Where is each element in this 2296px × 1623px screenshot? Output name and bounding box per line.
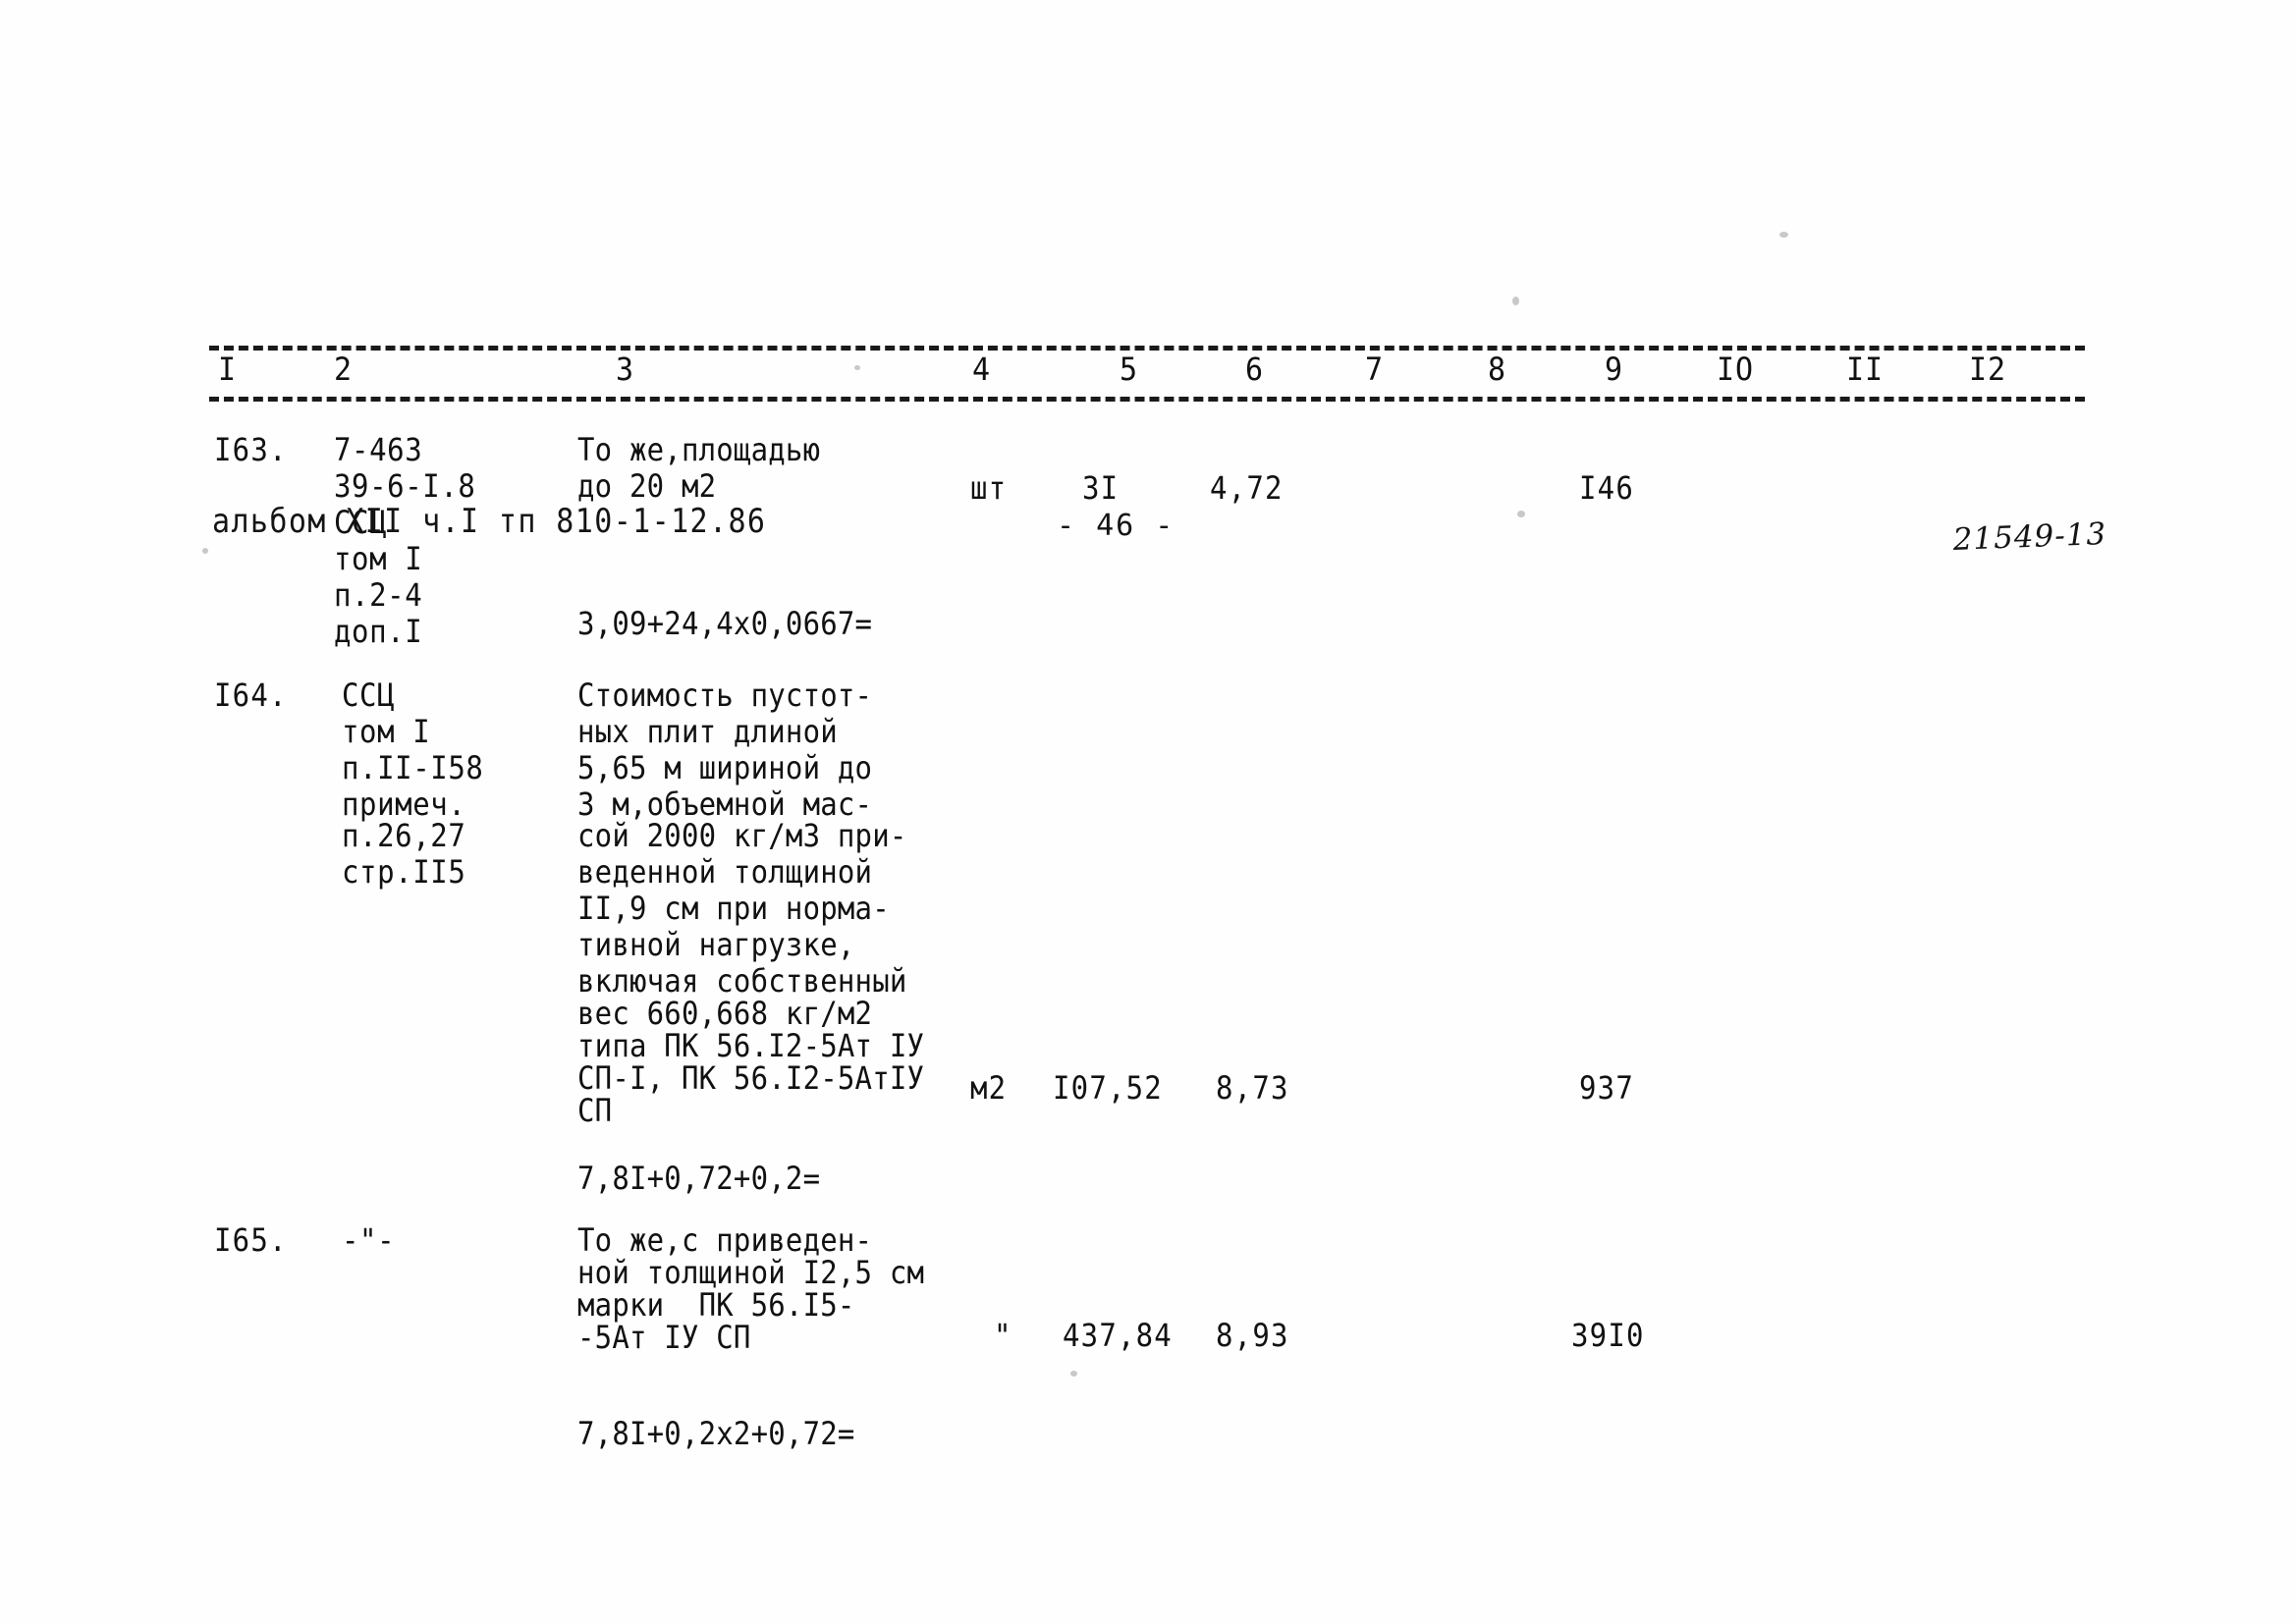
row-164-description-line-1: Стоимость пустот- (577, 676, 873, 714)
row-164-description-line-5: сой 2000 кг/м3 при- (577, 817, 907, 854)
album-reference-label: альбом XII ч.I тп 810-1-12.86 (212, 503, 767, 542)
row-164-unit-price: 8,73 (1216, 1069, 1289, 1107)
row-164-description-line-12: СП-I, ПК 56.I2-5АтIУ (577, 1059, 925, 1097)
row-163-code-line-5: п.2-4 (334, 576, 423, 614)
row-163-total: I46 (1579, 469, 1634, 507)
row-164-description-line-3: 5,65 м шириной до (577, 749, 873, 786)
row-163-description-line-1: То же,площадью (577, 431, 821, 468)
row-163-code-line-3: ССЦ (334, 504, 388, 541)
row-164-code-line-5: п.26,27 (342, 817, 466, 854)
column-header-3: 3 (616, 352, 635, 389)
row-165-position-number: I65. (214, 1221, 288, 1259)
row-164-description-line-2: ных плит длиной (577, 713, 838, 750)
column-header-5: 5 (1120, 352, 1139, 389)
column-header-10: IO (1717, 352, 1755, 389)
row-165-ditto-mark: -"- (342, 1221, 396, 1259)
row-163-unit: шт (970, 469, 1008, 507)
row-163-code-line-1: 7-463 (334, 431, 423, 468)
column-header-4: 4 (972, 352, 992, 389)
table-column-headers: I 2 3 4 5 6 7 8 9 IO II I2 (0, 352, 2296, 395)
row-165-calculation-formula: 7,8I+0,2x2+0,72= (577, 1415, 855, 1452)
scan-speck (854, 365, 860, 370)
row-163-unit-price: 4,72 (1210, 469, 1284, 507)
row-164-position-number: I64. (214, 676, 288, 714)
row-164-calculation-formula: 7,8I+0,72+0,2= (577, 1160, 821, 1197)
scan-speck (1517, 511, 1525, 517)
table-header-divider (209, 397, 2085, 402)
table-top-divider (209, 346, 2085, 351)
row-163-position-number: I63. (214, 431, 288, 468)
row-163-code-line-6: доп.I (334, 613, 423, 650)
row-165-quantity: 437,84 (1063, 1317, 1173, 1354)
scan-speck (202, 548, 208, 554)
row-164-description-line-13: СП (577, 1092, 613, 1129)
row-165-unit-price: 8,93 (1216, 1317, 1289, 1354)
row-163-quantity: 3I (1082, 469, 1120, 507)
column-header-12: I2 (1969, 352, 2007, 389)
column-header-7: 7 (1365, 352, 1385, 389)
archive-stamp-code: 21549-13 (1952, 515, 2107, 558)
row-163-code-line-4: том I (334, 540, 423, 577)
row-164-description-line-6: веденной толщиной (577, 853, 873, 891)
column-header-9: 9 (1605, 352, 1624, 389)
row-164-unit: м2 (970, 1069, 1008, 1107)
document-header: альбом XII ч.I тп 810-1-12.86 - 46 - 215… (0, 245, 2296, 558)
row-164-code-line-2: том I (342, 713, 431, 750)
scan-speck (1070, 1371, 1077, 1377)
scan-speck (1779, 232, 1788, 238)
column-header-1: I (218, 352, 238, 389)
row-164-description-line-7: II,9 см при норма- (577, 890, 890, 927)
row-164-description-line-8: тивной нагрузке, (577, 926, 855, 963)
row-163-description-line-2: до 20 м2 (577, 467, 717, 505)
row-163-code-line-2: 39-6-I.8 (334, 467, 476, 505)
page-number-label: - 46 - (1057, 509, 1175, 543)
column-header-2: 2 (334, 352, 354, 389)
row-165-total: 39I0 (1571, 1317, 1645, 1354)
row-164-code-line-3: п.II-I58 (342, 749, 484, 786)
column-header-6: 6 (1245, 352, 1265, 389)
column-header-8: 8 (1488, 352, 1507, 389)
row-164-quantity: I07,52 (1053, 1069, 1163, 1107)
scan-speck (1512, 297, 1519, 305)
row-164-code-line-6: стр.II5 (342, 853, 466, 891)
row-164-code-line-1: ССЦ (342, 676, 396, 714)
row-164-total: 937 (1579, 1069, 1634, 1107)
document-page: альбом XII ч.I тп 810-1-12.86 - 46 - 215… (0, 0, 2296, 1623)
row-163-calculation-formula: 3,09+24,4х0,0667= (577, 605, 873, 642)
row-165-description-line-4: -5Ат IУ СП (577, 1319, 751, 1356)
row-165-unit: " (994, 1317, 1012, 1354)
column-header-11: II (1846, 352, 1885, 389)
